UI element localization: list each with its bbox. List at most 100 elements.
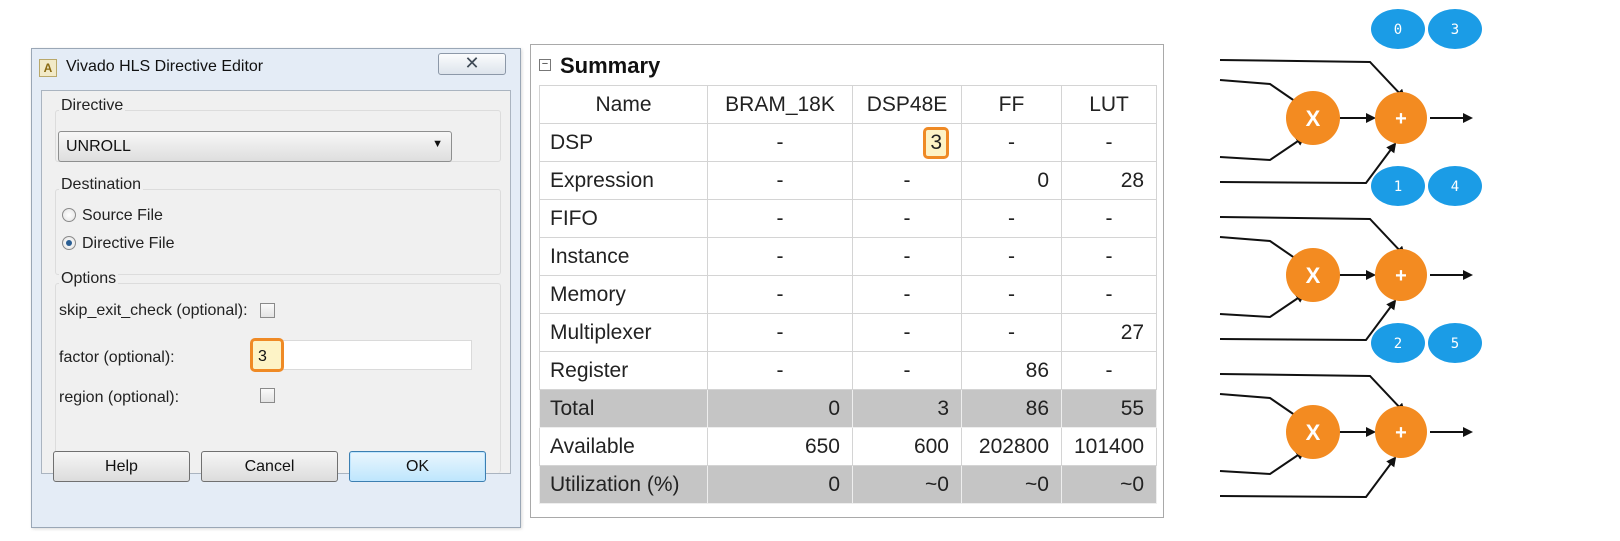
region-checkbox[interactable]	[260, 388, 275, 403]
pipeline-unit: X +2 5	[1219, 323, 1482, 499]
table-row: Total 0 3 86 55	[539, 389, 1158, 428]
multiply-icon: X	[1306, 106, 1321, 131]
table-cell: -	[1060, 275, 1158, 314]
table-cell: -	[707, 161, 853, 200]
table-row: Register - -86-	[539, 351, 1158, 390]
table-cell: -	[707, 313, 853, 352]
table-cell: -	[852, 161, 962, 200]
table-cell: -	[1060, 199, 1158, 238]
table-cell: 101400	[1060, 427, 1158, 466]
table-cell: 650	[707, 427, 853, 466]
table-cell: 0	[707, 389, 853, 428]
table-cell: -	[961, 123, 1062, 162]
row-name-cell: Register	[539, 351, 708, 390]
directive-select[interactable]: UNROLL ▼	[58, 131, 452, 162]
help-button[interactable]: Help	[53, 451, 190, 482]
skip-exit-check-label: skip_exit_check (optional):	[59, 302, 248, 319]
dialog-titlebar: A Vivado HLS Directive Editor ✕	[32, 49, 520, 87]
cancel-button[interactable]: Cancel	[201, 451, 338, 482]
table-cell: -	[1060, 351, 1158, 390]
table-cell: 0	[707, 465, 853, 504]
dialog-client-area: Directive UNROLL ▼ Destination Source Fi…	[41, 90, 511, 482]
chevron-down-icon: ▼	[432, 138, 443, 150]
destination-group-label: Destination	[59, 176, 144, 194]
table-row: Instance - - - -	[539, 237, 1158, 276]
table-cell: -	[707, 351, 853, 390]
table-row: Memory - - - -	[539, 275, 1158, 314]
multiply-icon: X	[1306, 263, 1321, 288]
table-cell: 86	[961, 351, 1062, 390]
radio-directive-file[interactable]: Directive File	[62, 235, 174, 253]
index-badge-label: 0	[1394, 22, 1402, 38]
factor-input-value[interactable]: 3	[250, 338, 284, 372]
index-badge-label: 5	[1451, 336, 1459, 352]
ok-button[interactable]: OK	[349, 451, 486, 482]
column-header: LUT	[1060, 85, 1158, 124]
table-cell: 202800	[961, 427, 1062, 466]
table-row: FIFO - - - -	[539, 199, 1158, 238]
table-cell: -	[707, 199, 853, 238]
add-icon: +	[1395, 422, 1407, 444]
summary-panel: − Summary Name BRAM_18K DSP48E FF LUT DS…	[530, 44, 1164, 518]
skip-exit-check-checkbox[interactable]	[260, 303, 275, 318]
table-cell: -	[961, 275, 1062, 314]
radio-source-file[interactable]: Source File	[62, 207, 163, 225]
row-name-cell: Instance	[539, 237, 708, 276]
input-wire	[1219, 135, 1306, 162]
input-wire	[1219, 299, 1397, 342]
table-row: Expression - -0 28	[539, 161, 1158, 200]
table-cell: -	[852, 275, 962, 314]
table-cell: ~0	[852, 465, 962, 504]
summary-table: Name BRAM_18K DSP48E FF LUT DSP -3- - Expre…	[539, 85, 1158, 504]
table-cell: -	[852, 237, 962, 276]
column-header: Name	[539, 85, 708, 124]
directive-group-label: Directive	[59, 97, 126, 115]
radio-source-file-label: Source File	[82, 207, 163, 224]
column-header: DSP48E	[852, 85, 962, 124]
input-wire	[1219, 292, 1306, 319]
table-row: Available 650 600 202800 101400	[539, 427, 1158, 466]
dialog-title: Vivado HLS Directive Editor	[66, 58, 264, 75]
row-name-cell: Expression	[539, 161, 708, 200]
index-badge-label: 2	[1394, 336, 1402, 352]
vivado-app-icon: A	[39, 59, 57, 77]
table-cell: -	[707, 275, 853, 314]
directive-select-value: UNROLL	[66, 138, 131, 155]
input-wire	[1219, 142, 1397, 185]
table-cell: -	[852, 199, 962, 238]
table-cell: -	[961, 237, 1062, 276]
table-cell: -	[707, 237, 853, 276]
collapse-icon[interactable]: −	[539, 59, 551, 71]
table-cell: -	[852, 313, 962, 352]
table-cell: -	[1060, 237, 1158, 276]
table-row: Utilization (%) 0 ~0 ~0 ~0	[539, 465, 1158, 504]
pipeline-unit: X +0 3	[1219, 9, 1482, 185]
close-button[interactable]: ✕	[438, 53, 506, 75]
options-group-label: Options	[59, 270, 119, 288]
input-wire	[1219, 236, 1304, 265]
index-badge-label: 1	[1394, 179, 1402, 195]
destination-group: Destination	[55, 176, 501, 275]
table-cell: -	[1060, 123, 1158, 162]
table-cell: 3	[852, 123, 962, 162]
table-cell: -	[707, 123, 853, 162]
region-label: region (optional):	[59, 389, 180, 406]
input-wire	[1219, 456, 1397, 499]
row-name-cell: FIFO	[539, 199, 708, 238]
table-cell: ~0	[1060, 465, 1158, 504]
table-cell: -	[852, 351, 962, 390]
table-cell: 0	[961, 161, 1062, 200]
factor-input[interactable]	[254, 340, 472, 370]
table-header-row: Name BRAM_18K DSP48E FF LUT	[539, 85, 1158, 124]
table-row: DSP -3- -	[539, 123, 1158, 162]
table-cell: 3	[852, 389, 962, 428]
input-wire	[1219, 79, 1304, 108]
pipeline-unit: X +1 4	[1219, 166, 1482, 342]
directive-editor-dialog: A Vivado HLS Directive Editor ✕ Directiv…	[31, 48, 521, 528]
row-name-cell: Memory	[539, 275, 708, 314]
multiply-icon: X	[1306, 420, 1321, 445]
table-cell: 28	[1060, 161, 1158, 200]
column-header: BRAM_18K	[707, 85, 853, 124]
index-badge-label: 4	[1451, 179, 1459, 195]
radio-checked-icon	[62, 236, 76, 250]
